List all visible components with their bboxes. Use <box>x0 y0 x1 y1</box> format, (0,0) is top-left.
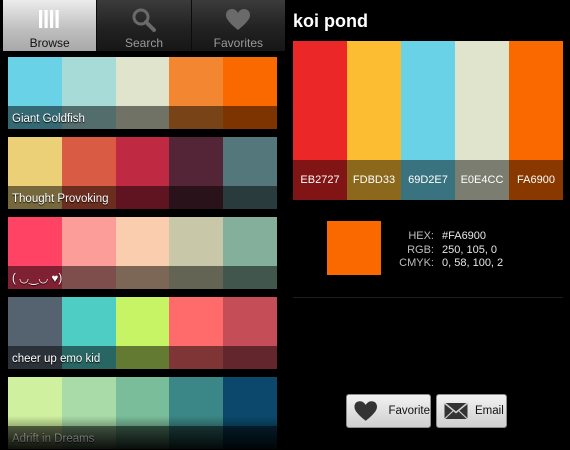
heart-icon <box>226 9 251 30</box>
palette-name: cheer up emo kid <box>12 353 101 365</box>
palette-name: Giant Goldfish <box>12 113 85 125</box>
rgb-key: RGB: <box>407 243 434 256</box>
palette-name: Adrift in Dreams <box>12 433 95 445</box>
palette-item[interactable]: Thought Provoking <box>8 137 277 209</box>
tab-browse[interactable]: Browse <box>3 0 98 51</box>
detail-swatch[interactable]: 69D2E7 <box>401 41 455 200</box>
palette-name: Thought Provoking <box>12 193 109 205</box>
palette-detail-swatches: EB2727 FDBD33 69D2E7 E0E4CC FA6900 <box>293 41 563 200</box>
favorite-label: Favorite <box>388 405 430 417</box>
color-info: HEX: #FA6900 RGB: 250, 105, 0 CMYK: 0, 5… <box>380 230 520 271</box>
hex-key: HEX: <box>408 230 434 242</box>
cmyk-key: CMYK: <box>399 257 434 269</box>
tab-search[interactable]: Search <box>97 0 192 51</box>
browse-icon <box>38 10 59 28</box>
email-button[interactable]: Email <box>436 394 507 428</box>
detail-swatch[interactable]: FDBD33 <box>347 41 401 200</box>
email-label: Email <box>475 405 504 417</box>
palette-item[interactable]: ( ◡‿◡ ♥) <box>8 217 277 289</box>
detail-swatch[interactable]: EB2727 <box>293 41 347 200</box>
tab-bar: Browse Search Favorites <box>3 0 285 51</box>
hex-label: FA6900 <box>509 160 563 200</box>
hex-label: EB2727 <box>293 160 347 200</box>
cmyk-value: 0, 58, 100, 2 <box>442 257 504 269</box>
detail-swatch[interactable]: FA6900 <box>509 41 563 200</box>
divider <box>293 297 563 298</box>
selected-color-swatch <box>327 221 381 275</box>
hex-label: E0E4CC <box>455 160 509 200</box>
palette-item[interactable]: Adrift in Dreams <box>8 377 277 449</box>
heart-icon <box>354 401 377 421</box>
palette-name: ( ◡‿◡ ♥) <box>12 273 63 285</box>
tab-favorites[interactable]: Favorites <box>191 0 285 51</box>
tab-label: Search <box>124 36 163 50</box>
palette-list: Giant Goldfish Thought Provoking ( ◡‿◡ ♥… <box>8 57 277 450</box>
hex-label: FDBD33 <box>347 160 401 200</box>
rgb-value: 250, 105, 0 <box>442 243 498 256</box>
tab-label: Favorites <box>213 36 263 50</box>
search-icon <box>132 8 156 32</box>
palette-item[interactable]: cheer up emo kid <box>8 297 277 369</box>
detail-swatch[interactable]: E0E4CC <box>455 41 509 200</box>
envelope-icon <box>443 402 469 420</box>
favorite-button[interactable]: Favorite <box>346 394 431 428</box>
hex-label: 69D2E7 <box>401 160 455 200</box>
palette-item[interactable]: Giant Goldfish <box>8 57 277 129</box>
tab-label: Browse <box>29 36 70 50</box>
palette-title: koi pond <box>293 11 368 31</box>
hex-value: #FA6900 <box>442 230 487 242</box>
